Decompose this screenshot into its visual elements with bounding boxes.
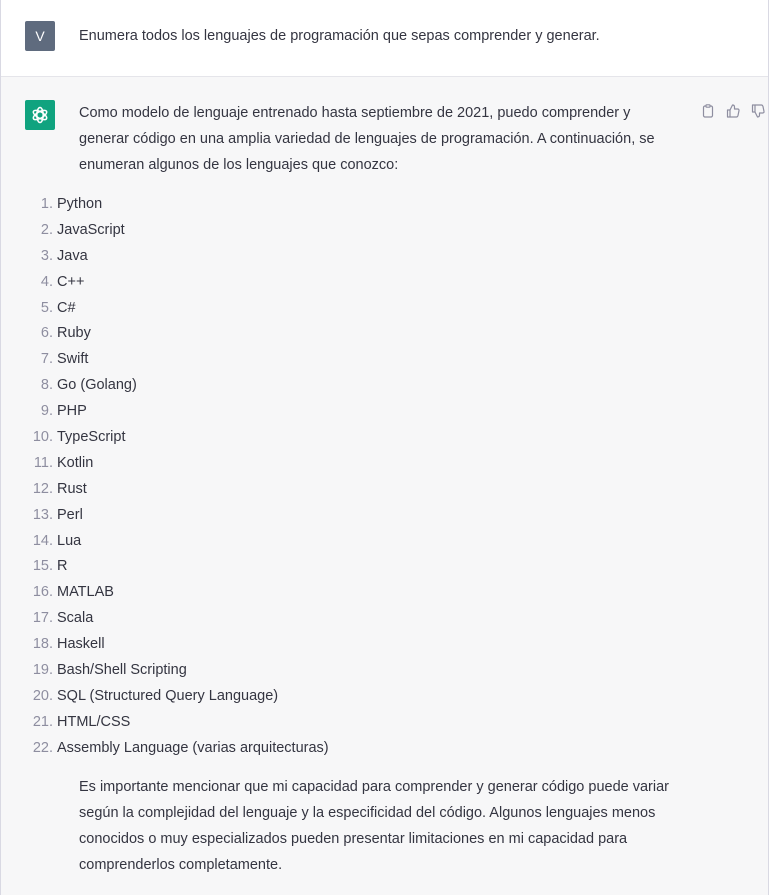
list-number: 14. bbox=[32, 532, 53, 549]
list-item-text: C# bbox=[57, 299, 76, 316]
assistant-avatar bbox=[25, 100, 55, 130]
list-item-text: Assembly Language (varias arquitecturas) bbox=[57, 739, 329, 756]
list-number: 4. bbox=[40, 273, 53, 290]
list-item-text: Scala bbox=[57, 610, 94, 627]
list-item: 22. Assembly Language (varias arquitectur… bbox=[23, 736, 623, 762]
list-item-text: Haskell bbox=[57, 636, 105, 653]
list-number: 5. bbox=[40, 299, 53, 316]
list-number: 1. bbox=[40, 196, 53, 212]
list-number: 22. bbox=[32, 739, 53, 756]
list-number: 2. bbox=[40, 221, 53, 238]
list-item-text: SQL (Structured Query Language) bbox=[57, 687, 279, 704]
user-message-text: Enumera todos los lenguajes de programac… bbox=[79, 28, 600, 44]
list-item: 12. Rust bbox=[23, 477, 623, 503]
list-item: 3. Java bbox=[23, 244, 623, 270]
list-item-text: Java bbox=[57, 247, 88, 264]
assistant-intro-paragraph: Como modelo de lenguaje entrenado hasta … bbox=[79, 105, 655, 173]
chat-window: V Enumera todos los lenguajes de program… bbox=[0, 0, 769, 895]
list-item-text: Perl bbox=[57, 506, 83, 523]
languages-list: 1. Python 2. JavaScript 3. Java 4. C++ 5. C# … bbox=[23, 192, 623, 762]
list-number: 11. bbox=[33, 454, 53, 471]
list-item-text: HTML/CSS bbox=[57, 713, 131, 730]
list-item: 2. JavaScript bbox=[23, 218, 623, 244]
list-number: 6. bbox=[40, 325, 53, 342]
list-number: 17. bbox=[32, 610, 53, 627]
list-item-text: MATLAB bbox=[57, 584, 114, 601]
list-item: 9. PHP bbox=[23, 399, 623, 425]
list-item: 17. Scala bbox=[23, 606, 623, 632]
list-number: 13. bbox=[32, 506, 53, 523]
message-actions bbox=[700, 103, 766, 119]
user-avatar: V bbox=[25, 21, 55, 51]
list-item: 15. R bbox=[23, 554, 623, 580]
list-number: 7. bbox=[40, 351, 53, 368]
assistant-message-content: Como modelo de lenguaje entrenado hasta … bbox=[33, 100, 679, 878]
list-item-text: R bbox=[57, 558, 68, 575]
list-item-text: JavaScript bbox=[57, 221, 125, 238]
thumbs-down-icon[interactable] bbox=[750, 103, 766, 119]
list-item-text: Python bbox=[57, 196, 103, 212]
list-number: 21. bbox=[32, 713, 53, 730]
list-number: 3. bbox=[40, 247, 53, 264]
list-item-text: TypeScript bbox=[57, 429, 126, 446]
list-item: 6. Ruby bbox=[23, 321, 623, 347]
user-message: V Enumera todos los lenguajes de program… bbox=[1, 0, 768, 77]
list-item: 19. Bash/Shell Scripting bbox=[23, 658, 623, 684]
list-item-text: C++ bbox=[57, 273, 85, 290]
list-number: 9. bbox=[40, 403, 53, 420]
thumbs-up-icon[interactable] bbox=[725, 103, 741, 119]
list-number: 18. bbox=[32, 636, 53, 653]
assistant-closing-paragraph: Es importante mencionar que mi capacidad… bbox=[79, 778, 669, 873]
list-number: 15. bbox=[32, 558, 53, 575]
list-item-text: PHP bbox=[57, 403, 87, 420]
list-number: 16. bbox=[32, 584, 53, 601]
list-item-text: Rust bbox=[57, 480, 87, 497]
list-number: 19. bbox=[32, 662, 53, 679]
list-number: 12. bbox=[32, 480, 53, 497]
list-item: 16. MATLAB bbox=[23, 580, 623, 606]
list-item-text: Swift bbox=[57, 351, 89, 368]
list-item: 20. SQL (Structured Query Language) bbox=[23, 684, 623, 710]
list-item: 18. Haskell bbox=[23, 632, 623, 658]
assistant-message: Como modelo de lenguaje entrenado hasta … bbox=[1, 77, 768, 895]
list-item-text: Lua bbox=[57, 532, 82, 549]
list-item: 10. TypeScript bbox=[23, 425, 623, 451]
openai-logo-icon bbox=[32, 106, 48, 124]
list-item: 21. HTML/CSS bbox=[23, 710, 623, 736]
list-item-text: Ruby bbox=[57, 325, 91, 342]
list-number: 20. bbox=[32, 687, 53, 704]
list-item: 1. Python bbox=[23, 192, 623, 218]
list-number: 8. bbox=[40, 377, 53, 394]
list-item-text: Kotlin bbox=[57, 454, 94, 471]
list-item-text: Bash/Shell Scripting bbox=[57, 662, 187, 679]
clipboard-icon[interactable] bbox=[700, 103, 716, 119]
list-item: 14. Lua bbox=[23, 529, 623, 555]
list-item: 7. Swift bbox=[23, 347, 623, 373]
list-item: 5. C# bbox=[23, 296, 623, 322]
list-number: 10. bbox=[32, 429, 53, 446]
list-item-text: Go (Golang) bbox=[57, 377, 137, 394]
list-item: 11. Kotlin bbox=[23, 451, 623, 477]
list-item: 8. Go (Golang) bbox=[23, 373, 623, 399]
list-item: 13. Perl bbox=[23, 503, 623, 529]
list-item: 4. C++ bbox=[23, 270, 623, 296]
